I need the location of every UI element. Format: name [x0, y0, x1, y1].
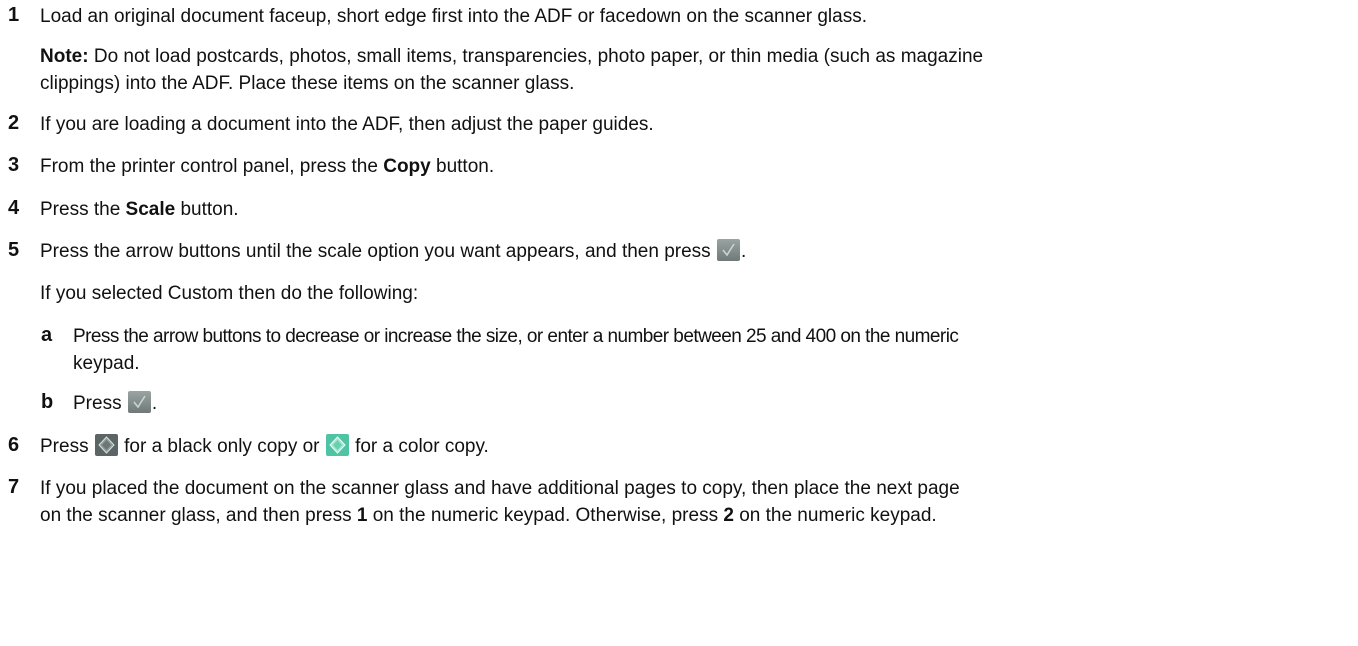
step-6-middle: for a black only copy or [118, 436, 325, 457]
step-1-text: Load an original document faceup, short … [40, 6, 868, 27]
step-number-1: 1 [8, 4, 20, 26]
copy-button-label: Copy [383, 156, 431, 177]
step-number-3: 3 [8, 154, 20, 176]
key-1-label: 1 [356, 505, 368, 526]
step-number-7: 7 [8, 476, 20, 498]
step-4-before: Press the [40, 199, 126, 220]
start-black-icon [94, 434, 118, 456]
step-7-line-2d: on the numeric keypad. [733, 505, 937, 526]
substep-a-line-1: Press the arrow buttons to decrease or i… [73, 326, 959, 347]
step-6-after: for a color copy. [349, 436, 489, 457]
substep-b-after: . [151, 393, 158, 414]
step-6-text: Press for a black only copy or for a col… [40, 433, 489, 460]
step-number-5: 5 [8, 239, 20, 261]
substep-letter-a: a [41, 324, 53, 346]
step-number-4: 4 [8, 197, 20, 219]
checkmark-select-icon [716, 239, 740, 261]
custom-intro-text: If you selected Custom then do the follo… [40, 283, 419, 304]
key-2-label: 2 [723, 505, 734, 526]
step-7-line-2a: on the scanner glass, and then press [40, 505, 357, 526]
note-line-2: clippings) into the ADF. Place these ite… [40, 73, 575, 94]
substep-b-before: Press [73, 393, 127, 414]
note-text-1: Do not load postcards, photos, small ite… [93, 46, 984, 67]
step-5-after: . [740, 241, 747, 262]
scale-button-label: Scale [125, 199, 176, 220]
checkmark-select-icon [127, 391, 151, 413]
step-4-after: button. [175, 199, 239, 220]
step-3-before: From the printer control panel, press th… [40, 156, 384, 177]
step-2-text: If you are loading a document into the A… [40, 114, 654, 135]
step-number-2: 2 [8, 112, 20, 134]
start-color-icon [325, 434, 349, 456]
step-5-before: Press the arrow buttons until the scale … [40, 241, 716, 262]
note-line-1: Note: Do not load postcards, photos, sma… [40, 43, 983, 70]
note-label: Note: [40, 46, 89, 67]
step-6-before: Press [40, 436, 94, 457]
step-7-line-1: If you placed the document on the scanne… [40, 478, 960, 499]
step-3-text: From the printer control panel, press th… [40, 153, 494, 180]
substep-b-text: Press . [73, 390, 157, 417]
step-7-line-2: on the scanner glass, and then press 1 o… [40, 502, 937, 529]
step-3-after: button. [430, 156, 495, 177]
step-7-line-2c: on the numeric keypad. Otherwise, press [367, 505, 724, 526]
step-5-text: Press the arrow buttons until the scale … [40, 238, 746, 265]
substep-a-line-2: keypad. [73, 353, 140, 374]
step-4-text: Press the Scale button. [40, 196, 239, 223]
step-number-6: 6 [8, 434, 20, 456]
substep-letter-b: b [41, 391, 54, 413]
